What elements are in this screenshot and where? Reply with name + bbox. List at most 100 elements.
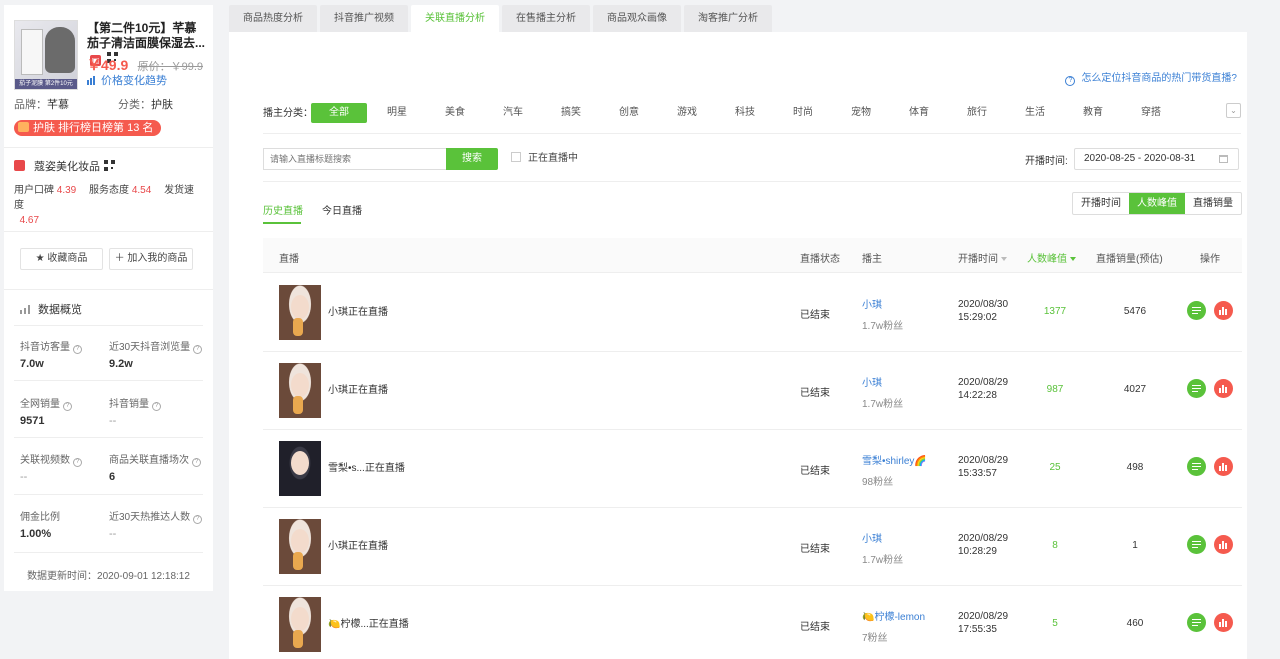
analysis-chart-icon[interactable]: [1214, 613, 1233, 632]
analysis-chart-icon[interactable]: [1214, 457, 1233, 476]
live-cover-thumbnail[interactable]: [279, 441, 321, 496]
category-option[interactable]: 游戏: [669, 103, 705, 123]
shop-qrcode-icon[interactable]: [104, 160, 115, 171]
live-title[interactable]: 小琪正在直播: [328, 381, 388, 396]
help-icon[interactable]: ?: [193, 515, 203, 524]
brand-info: 品牌：芊慕: [14, 96, 69, 112]
calendar-icon: [1219, 155, 1228, 163]
live-title-search-input[interactable]: [263, 148, 446, 170]
table-row[interactable]: 小琪正在直播 已结束 小琪 1.7w粉丝 2020/08/29 14:22:28 …: [263, 352, 1242, 430]
category-option[interactable]: 搞笑: [553, 103, 589, 123]
category-option[interactable]: 教育: [1075, 103, 1111, 123]
expand-categories-chevron-icon[interactable]: ⌄: [1226, 103, 1241, 118]
sort-by-start-time[interactable]: 开播时间: [1073, 193, 1129, 214]
detail-list-icon[interactable]: [1187, 535, 1206, 554]
analysis-chart-icon[interactable]: [1214, 301, 1233, 320]
column-header-sortable[interactable]: 人数峰值: [1027, 250, 1076, 265]
category-option[interactable]: 科技: [727, 103, 763, 123]
live-title[interactable]: 🍋柠檬...正在直播: [328, 615, 409, 630]
category-option[interactable]: 汽车: [495, 103, 531, 123]
anchor-name-link[interactable]: 小琪: [862, 296, 882, 311]
divider: [14, 437, 203, 438]
tab-audience-profile[interactable]: 商品观众画像: [593, 5, 681, 32]
category-option[interactable]: 宠物: [843, 103, 879, 123]
peak-viewers: 25: [1049, 462, 1061, 473]
detail-list-icon[interactable]: [1187, 457, 1206, 476]
help-icon[interactable]: ?: [63, 402, 72, 411]
stat-value: 9571: [20, 415, 45, 427]
service-value: 4.54: [131, 185, 152, 196]
divider: [263, 181, 1241, 182]
tab-seller-analysis[interactable]: 在售播主分析: [502, 5, 590, 32]
shop-name[interactable]: 蔻姿美化妆品: [34, 161, 100, 173]
estimated-sales: 498: [1126, 462, 1144, 473]
category-option[interactable]: 生活: [1017, 103, 1053, 123]
category-option[interactable]: 创意: [611, 103, 647, 123]
detail-list-icon[interactable]: [1187, 301, 1206, 320]
add-my-products-button[interactable]: ＋ 加入我的商品: [109, 248, 193, 270]
category-option[interactable]: 体育: [901, 103, 937, 123]
help-icon[interactable]: ?: [192, 458, 201, 467]
table-row[interactable]: 小琪正在直播 已结束 小琪 1.7w粉丝 2020/08/30 15:29:02 …: [263, 274, 1242, 352]
product-thumbnail[interactable]: 茄子泥膜 第2件10元: [14, 20, 78, 90]
price-trend-link[interactable]: 价格变化趋势: [87, 72, 167, 88]
live-now-checkbox[interactable]: 正在直播中: [511, 149, 578, 164]
update-time: 数据更新时间：2020-09-01 12:18:12: [27, 571, 190, 582]
checkbox-box[interactable]: [511, 152, 521, 162]
stat-value: 7.0w: [20, 358, 44, 370]
rank-badge[interactable]: 护肤 排行榜日榜第 13 名: [14, 120, 162, 136]
price-trend-label[interactable]: 价格变化趋势: [101, 75, 167, 87]
anchor-name-link[interactable]: 小琪: [862, 530, 882, 545]
date-range-picker[interactable]: 2020-08-25 - 2020-08-31: [1074, 148, 1239, 170]
live-title[interactable]: 小琪正在直播: [328, 303, 388, 318]
date-range-value: 2020-08-25 - 2020-08-31: [1084, 153, 1196, 164]
anchor-name-link[interactable]: 🍋柠檬-lemon: [862, 608, 925, 623]
help-link[interactable]: ? 怎么定位抖音商品的热门带货直播?: [1065, 69, 1237, 86]
product-title[interactable]: 【第二件10元】芊慕茄子清洁面膜保湿去...: [87, 21, 205, 50]
help-icon[interactable]: ?: [193, 345, 203, 354]
tab-today-live[interactable]: 今日直播: [322, 202, 362, 217]
sort-caret-icon: [1001, 257, 1007, 261]
tab-heat-analysis[interactable]: 商品热度分析: [229, 5, 317, 32]
start-time: 2020/08/29 17:55:35: [958, 611, 1009, 635]
shop-name-row[interactable]: 蔻姿美化妆品: [14, 158, 115, 174]
search-button[interactable]: 搜索: [446, 148, 498, 170]
category-info: 分类：护肤: [118, 96, 173, 112]
sort-by-sales[interactable]: 直播销量: [1185, 193, 1241, 214]
live-cover-thumbnail[interactable]: [279, 285, 321, 340]
category-option[interactable]: 旅行: [959, 103, 995, 123]
help-icon[interactable]: ?: [73, 345, 82, 354]
live-status: 已结束: [800, 622, 830, 633]
detail-list-icon[interactable]: [1187, 613, 1206, 632]
tab-taoke-analysis[interactable]: 淘客推广分析: [684, 5, 772, 32]
bar-chart-icon: [20, 305, 30, 314]
tab-live-analysis[interactable]: 关联直播分析: [411, 5, 499, 32]
category-option[interactable]: 美食: [437, 103, 473, 123]
favorite-button[interactable]: ★ 收藏商品: [20, 248, 103, 270]
stat-value: 1.00%: [20, 528, 52, 540]
table-row[interactable]: 小琪正在直播 已结束 小琪 1.7w粉丝 2020/08/29 10:28:29 …: [263, 508, 1242, 586]
live-title[interactable]: 小琪正在直播: [328, 537, 388, 552]
help-link-label[interactable]: 怎么定位抖音商品的热门带货直播?: [1081, 73, 1237, 84]
live-title[interactable]: 雪梨•s...正在直播: [328, 459, 405, 474]
tab-promo-video[interactable]: 抖音推广视频: [320, 5, 408, 32]
sort-by-peak-viewers[interactable]: 人数峰值: [1129, 193, 1185, 214]
anchor-name-link[interactable]: 雪梨•shirley🌈: [862, 452, 927, 467]
analysis-chart-icon[interactable]: [1214, 535, 1233, 554]
category-option[interactable]: 时尚: [785, 103, 821, 123]
help-icon[interactable]: ?: [152, 402, 161, 411]
live-cover-thumbnail[interactable]: [279, 363, 321, 418]
column-header-sortable[interactable]: 开播时间: [958, 250, 1007, 265]
help-icon[interactable]: ?: [73, 458, 82, 467]
detail-list-icon[interactable]: [1187, 379, 1206, 398]
analysis-chart-icon[interactable]: [1214, 379, 1233, 398]
tab-history-live[interactable]: 历史直播: [263, 202, 303, 217]
category-option[interactable]: 穿搭: [1133, 103, 1169, 123]
anchor-name-link[interactable]: 小琪: [862, 374, 882, 389]
live-cover-thumbnail[interactable]: [279, 597, 321, 652]
category-all[interactable]: 全部: [311, 103, 367, 123]
table-row[interactable]: 🍋柠檬...正在直播 已结束 🍋柠檬-lemon 7粉丝 2020/08/29 1…: [263, 586, 1242, 659]
live-cover-thumbnail[interactable]: [279, 519, 321, 574]
table-row[interactable]: 雪梨•s...正在直播 已结束 雪梨•shirley🌈 98粉丝 2020/08…: [263, 430, 1242, 508]
category-option[interactable]: 明星: [379, 103, 415, 123]
